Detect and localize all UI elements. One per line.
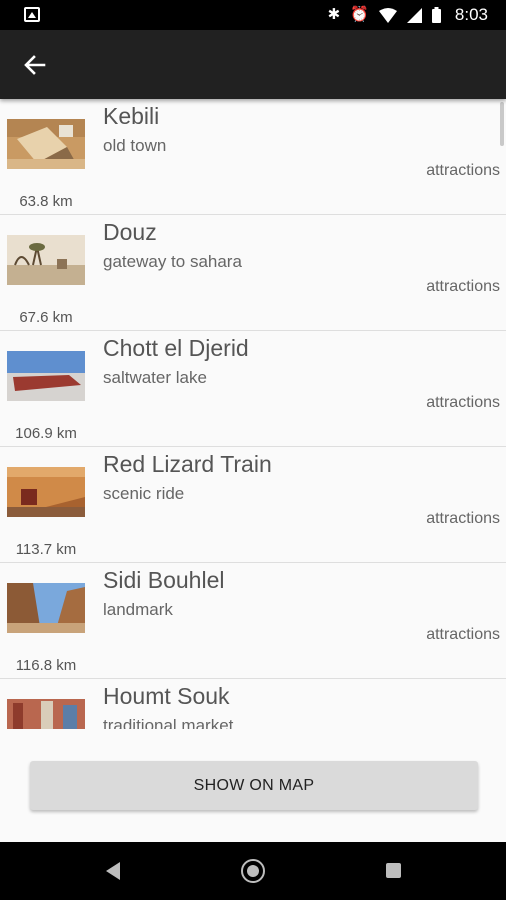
list-item[interactable]: Red Lizard Train scenic ride attractions… [0,447,506,563]
thumbnail-image [7,467,85,517]
item-title: Douz [103,219,157,245]
thumbnail-image [7,351,85,401]
thumbnail-image [7,235,85,285]
item-distance: 106.9 km [15,425,77,442]
alarm-icon: ⏰ [350,6,369,23]
status-bar: ✱ ⏰ 8:03 [0,0,506,30]
thumbnail-image [7,119,85,169]
item-title: Red Lizard Train [103,451,272,477]
item-title: Chott el Djerid [103,335,249,361]
item-subtitle: scenic ride [103,484,185,503]
list-item[interactable]: Houmt Souk traditional market [0,679,506,729]
battery-icon [431,7,441,23]
attractions-list[interactable]: Kebili old town attractions 63.8 km Douz… [0,99,506,729]
item-distance: 67.6 km [19,309,73,326]
item-distance: 113.7 km [15,541,77,558]
nav-home-icon[interactable] [241,859,265,883]
item-distance: 116.8 km [15,657,77,674]
item-category: attractions [426,510,500,527]
nav-recents-icon[interactable] [386,863,401,878]
item-title: Kebili [103,103,160,129]
item-title: Sidi Bouhlel [103,567,225,593]
arrow-left-icon[interactable] [20,50,50,80]
item-subtitle: landmark [103,600,173,619]
item-distance: 63.8 km [19,193,73,210]
item-title: Houmt Souk [103,683,230,709]
image-notification-icon [24,7,40,22]
app-bar [0,30,506,99]
item-subtitle: old town [103,136,167,155]
item-subtitle: saltwater lake [103,368,207,387]
navigation-bar [0,842,506,900]
item-category: attractions [426,162,500,179]
item-category: attractions [426,394,500,411]
list-item[interactable]: Chott el Djerid saltwater lake attractio… [0,331,506,447]
thumbnail-image [7,699,85,729]
list-item[interactable]: Douz gateway to sahara attractions 67.6 … [0,215,506,331]
item-subtitle: traditional market [103,716,234,729]
thumbnail-image [7,583,85,633]
list-item[interactable]: Sidi Bouhlel landmark attractions 116.8 … [0,563,506,679]
wifi-icon [378,7,397,23]
bluetooth-icon: ✱ [327,6,341,23]
item-category: attractions [426,626,500,643]
status-icons: ✱ ⏰ 8:03 [328,0,488,30]
signal-icon [406,7,422,23]
item-subtitle: gateway to sahara [103,252,242,271]
status-time: 8:03 [454,5,488,24]
list-scrollbar[interactable] [500,102,504,146]
item-category: attractions [426,278,500,295]
list-item[interactable]: Kebili old town attractions 63.8 km [0,99,506,215]
show-on-map-button[interactable]: SHOW ON MAP [30,761,478,810]
nav-back-icon[interactable] [106,862,120,880]
